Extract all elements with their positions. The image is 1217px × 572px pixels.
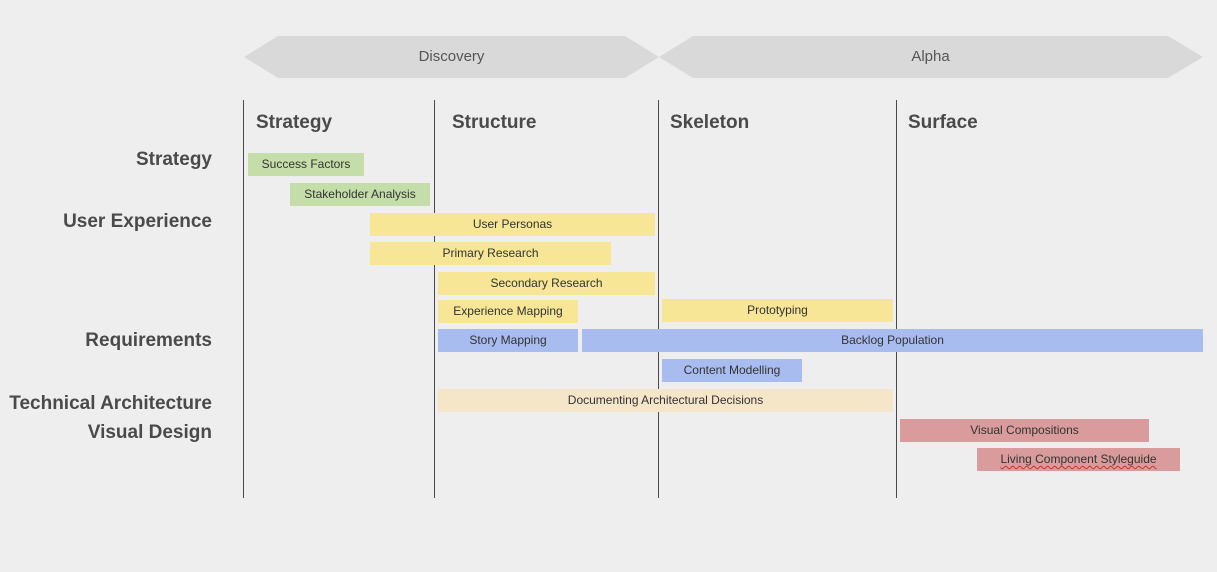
- task-bar-user-personas: User Personas: [370, 213, 655, 236]
- column-divider: [434, 100, 435, 498]
- row-label-visual-design: Visual Design: [87, 422, 212, 443]
- column-heading-strategy: Strategy: [256, 112, 333, 133]
- task-bar-primary-research: Primary Research: [370, 242, 611, 265]
- column-divider: [243, 100, 244, 498]
- task-bar-prototyping: Prototyping: [662, 299, 893, 322]
- task-bar-secondary-research: Secondary Research: [438, 272, 655, 295]
- column-divider: [658, 100, 659, 498]
- task-bar-documenting-architectural-decisions: Documenting Architectural Decisions: [438, 389, 893, 412]
- column-divider: [896, 100, 897, 498]
- phase-label-discovery: Discovery: [418, 48, 485, 65]
- task-bar-content-modelling: Content Modelling: [662, 359, 802, 382]
- row-label-requirements: Requirements: [85, 330, 212, 351]
- task-bar-backlog-population: Backlog Population: [582, 329, 1203, 352]
- task-bar-living-component-styleguide: Living Component Styleguide: [977, 448, 1180, 471]
- task-bar-experience-mapping: Experience Mapping: [438, 300, 578, 323]
- phase-label-alpha: Alpha: [911, 48, 950, 65]
- row-label-technical-architecture: Technical Architecture: [9, 393, 212, 414]
- task-bar-success-factors: Success Factors: [248, 153, 364, 176]
- row-label-user-experience: User Experience: [63, 211, 212, 232]
- task-label-living-component-styleguide: Living Component Styleguide: [1000, 452, 1157, 466]
- task-bar-stakeholder-analysis: Stakeholder Analysis: [290, 183, 430, 206]
- task-bar-story-mapping: Story Mapping: [438, 329, 578, 352]
- column-heading-skeleton: Skeleton: [670, 112, 750, 133]
- row-label-strategy: Strategy: [135, 149, 212, 170]
- column-heading-surface: Surface: [908, 112, 978, 133]
- task-bar-visual-compositions: Visual Compositions: [900, 419, 1149, 442]
- column-heading-structure: Structure: [452, 112, 537, 133]
